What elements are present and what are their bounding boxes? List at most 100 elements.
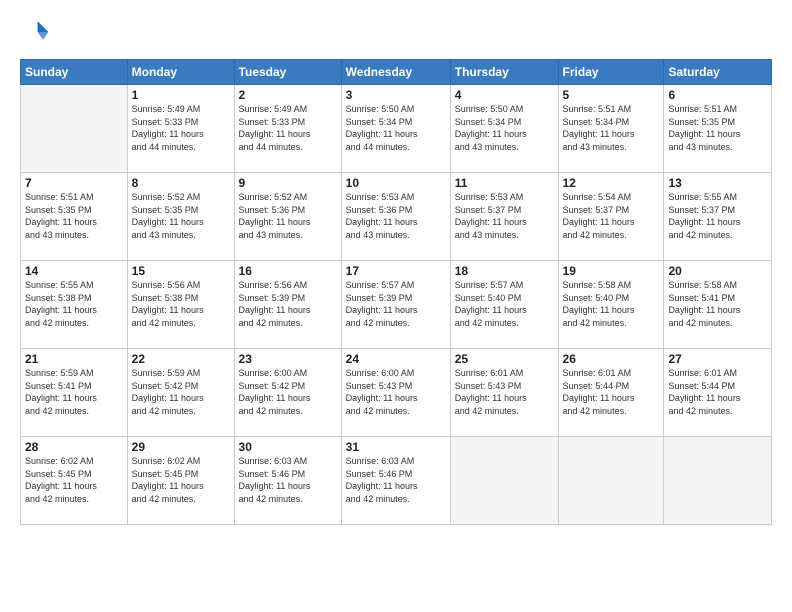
weekday-header-wednesday: Wednesday	[341, 60, 450, 85]
day-number: 13	[668, 176, 767, 190]
weekday-header-row: SundayMondayTuesdayWednesdayThursdayFrid…	[21, 60, 772, 85]
calendar-cell: 24Sunrise: 6:00 AM Sunset: 5:43 PM Dayli…	[341, 349, 450, 437]
day-number: 24	[346, 352, 446, 366]
day-number: 1	[132, 88, 230, 102]
calendar-cell: 4Sunrise: 5:50 AM Sunset: 5:34 PM Daylig…	[450, 85, 558, 173]
day-info: Sunrise: 5:52 AM Sunset: 5:35 PM Dayligh…	[132, 191, 230, 241]
day-info: Sunrise: 6:00 AM Sunset: 5:43 PM Dayligh…	[346, 367, 446, 417]
day-number: 7	[25, 176, 123, 190]
day-info: Sunrise: 5:51 AM Sunset: 5:35 PM Dayligh…	[668, 103, 767, 153]
day-number: 10	[346, 176, 446, 190]
day-number: 21	[25, 352, 123, 366]
calendar-cell: 29Sunrise: 6:02 AM Sunset: 5:45 PM Dayli…	[127, 437, 234, 525]
day-number: 26	[563, 352, 660, 366]
week-row-2: 7Sunrise: 5:51 AM Sunset: 5:35 PM Daylig…	[21, 173, 772, 261]
calendar-cell: 19Sunrise: 5:58 AM Sunset: 5:40 PM Dayli…	[558, 261, 664, 349]
week-row-5: 28Sunrise: 6:02 AM Sunset: 5:45 PM Dayli…	[21, 437, 772, 525]
calendar-cell: 25Sunrise: 6:01 AM Sunset: 5:43 PM Dayli…	[450, 349, 558, 437]
day-number: 22	[132, 352, 230, 366]
calendar-cell: 30Sunrise: 6:03 AM Sunset: 5:46 PM Dayli…	[234, 437, 341, 525]
calendar-cell: 28Sunrise: 6:02 AM Sunset: 5:45 PM Dayli…	[21, 437, 128, 525]
header	[20, 18, 772, 51]
day-info: Sunrise: 5:50 AM Sunset: 5:34 PM Dayligh…	[455, 103, 554, 153]
logo	[20, 18, 50, 51]
calendar-cell: 11Sunrise: 5:53 AM Sunset: 5:37 PM Dayli…	[450, 173, 558, 261]
day-info: Sunrise: 5:59 AM Sunset: 5:41 PM Dayligh…	[25, 367, 123, 417]
day-number: 30	[239, 440, 337, 454]
calendar-cell	[558, 437, 664, 525]
day-number: 27	[668, 352, 767, 366]
weekday-header-sunday: Sunday	[21, 60, 128, 85]
weekday-header-friday: Friday	[558, 60, 664, 85]
day-info: Sunrise: 6:03 AM Sunset: 5:46 PM Dayligh…	[346, 455, 446, 505]
day-number: 17	[346, 264, 446, 278]
calendar-cell: 8Sunrise: 5:52 AM Sunset: 5:35 PM Daylig…	[127, 173, 234, 261]
day-info: Sunrise: 6:02 AM Sunset: 5:45 PM Dayligh…	[25, 455, 123, 505]
calendar-cell	[21, 85, 128, 173]
week-row-4: 21Sunrise: 5:59 AM Sunset: 5:41 PM Dayli…	[21, 349, 772, 437]
day-info: Sunrise: 5:49 AM Sunset: 5:33 PM Dayligh…	[132, 103, 230, 153]
weekday-header-saturday: Saturday	[664, 60, 772, 85]
calendar-cell: 23Sunrise: 6:00 AM Sunset: 5:42 PM Dayli…	[234, 349, 341, 437]
day-number: 20	[668, 264, 767, 278]
calendar-cell: 22Sunrise: 5:59 AM Sunset: 5:42 PM Dayli…	[127, 349, 234, 437]
day-info: Sunrise: 5:59 AM Sunset: 5:42 PM Dayligh…	[132, 367, 230, 417]
day-info: Sunrise: 5:55 AM Sunset: 5:38 PM Dayligh…	[25, 279, 123, 329]
day-info: Sunrise: 5:53 AM Sunset: 5:37 PM Dayligh…	[455, 191, 554, 241]
calendar-cell: 5Sunrise: 5:51 AM Sunset: 5:34 PM Daylig…	[558, 85, 664, 173]
calendar-cell: 13Sunrise: 5:55 AM Sunset: 5:37 PM Dayli…	[664, 173, 772, 261]
day-number: 28	[25, 440, 123, 454]
calendar-cell: 9Sunrise: 5:52 AM Sunset: 5:36 PM Daylig…	[234, 173, 341, 261]
calendar-cell: 27Sunrise: 6:01 AM Sunset: 5:44 PM Dayli…	[664, 349, 772, 437]
calendar-cell	[664, 437, 772, 525]
day-info: Sunrise: 5:58 AM Sunset: 5:40 PM Dayligh…	[563, 279, 660, 329]
calendar-cell: 16Sunrise: 5:56 AM Sunset: 5:39 PM Dayli…	[234, 261, 341, 349]
calendar-cell: 3Sunrise: 5:50 AM Sunset: 5:34 PM Daylig…	[341, 85, 450, 173]
day-info: Sunrise: 5:52 AM Sunset: 5:36 PM Dayligh…	[239, 191, 337, 241]
week-row-1: 1Sunrise: 5:49 AM Sunset: 5:33 PM Daylig…	[21, 85, 772, 173]
day-info: Sunrise: 5:51 AM Sunset: 5:35 PM Dayligh…	[25, 191, 123, 241]
weekday-header-tuesday: Tuesday	[234, 60, 341, 85]
day-info: Sunrise: 5:50 AM Sunset: 5:34 PM Dayligh…	[346, 103, 446, 153]
day-number: 25	[455, 352, 554, 366]
calendar-cell: 18Sunrise: 5:57 AM Sunset: 5:40 PM Dayli…	[450, 261, 558, 349]
day-info: Sunrise: 6:01 AM Sunset: 5:44 PM Dayligh…	[563, 367, 660, 417]
calendar-cell: 7Sunrise: 5:51 AM Sunset: 5:35 PM Daylig…	[21, 173, 128, 261]
day-number: 14	[25, 264, 123, 278]
day-info: Sunrise: 6:00 AM Sunset: 5:42 PM Dayligh…	[239, 367, 337, 417]
day-info: Sunrise: 5:56 AM Sunset: 5:39 PM Dayligh…	[239, 279, 337, 329]
week-row-3: 14Sunrise: 5:55 AM Sunset: 5:38 PM Dayli…	[21, 261, 772, 349]
day-info: Sunrise: 5:57 AM Sunset: 5:40 PM Dayligh…	[455, 279, 554, 329]
day-number: 18	[455, 264, 554, 278]
calendar-table: SundayMondayTuesdayWednesdayThursdayFrid…	[20, 59, 772, 525]
day-number: 6	[668, 88, 767, 102]
calendar-cell: 2Sunrise: 5:49 AM Sunset: 5:33 PM Daylig…	[234, 85, 341, 173]
day-number: 2	[239, 88, 337, 102]
calendar-cell: 26Sunrise: 6:01 AM Sunset: 5:44 PM Dayli…	[558, 349, 664, 437]
calendar-cell: 14Sunrise: 5:55 AM Sunset: 5:38 PM Dayli…	[21, 261, 128, 349]
calendar-cell: 10Sunrise: 5:53 AM Sunset: 5:36 PM Dayli…	[341, 173, 450, 261]
day-number: 11	[455, 176, 554, 190]
day-info: Sunrise: 5:58 AM Sunset: 5:41 PM Dayligh…	[668, 279, 767, 329]
weekday-header-monday: Monday	[127, 60, 234, 85]
day-info: Sunrise: 5:55 AM Sunset: 5:37 PM Dayligh…	[668, 191, 767, 241]
day-number: 4	[455, 88, 554, 102]
day-number: 23	[239, 352, 337, 366]
page: SundayMondayTuesdayWednesdayThursdayFrid…	[0, 0, 792, 612]
calendar-cell: 15Sunrise: 5:56 AM Sunset: 5:38 PM Dayli…	[127, 261, 234, 349]
calendar-cell: 21Sunrise: 5:59 AM Sunset: 5:41 PM Dayli…	[21, 349, 128, 437]
calendar-cell: 12Sunrise: 5:54 AM Sunset: 5:37 PM Dayli…	[558, 173, 664, 261]
day-info: Sunrise: 5:51 AM Sunset: 5:34 PM Dayligh…	[563, 103, 660, 153]
weekday-header-thursday: Thursday	[450, 60, 558, 85]
day-info: Sunrise: 5:56 AM Sunset: 5:38 PM Dayligh…	[132, 279, 230, 329]
day-number: 5	[563, 88, 660, 102]
day-number: 3	[346, 88, 446, 102]
day-number: 19	[563, 264, 660, 278]
day-number: 31	[346, 440, 446, 454]
calendar-cell	[450, 437, 558, 525]
day-info: Sunrise: 5:54 AM Sunset: 5:37 PM Dayligh…	[563, 191, 660, 241]
logo-icon	[22, 18, 50, 46]
day-number: 16	[239, 264, 337, 278]
day-info: Sunrise: 6:02 AM Sunset: 5:45 PM Dayligh…	[132, 455, 230, 505]
day-info: Sunrise: 5:49 AM Sunset: 5:33 PM Dayligh…	[239, 103, 337, 153]
